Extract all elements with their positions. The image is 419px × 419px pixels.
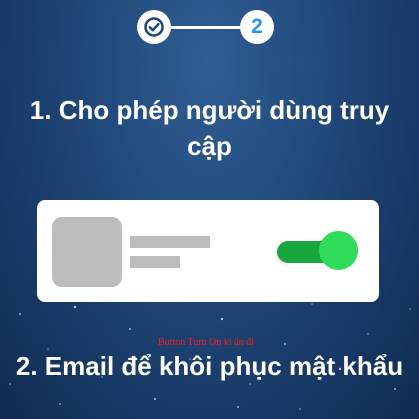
permission-card-illustration — [37, 200, 379, 302]
check-icon — [144, 17, 164, 37]
app-name-placeholder — [130, 236, 210, 248]
step-1-completed — [137, 10, 171, 44]
app-desc-placeholder — [130, 256, 180, 268]
step-connector — [171, 26, 240, 29]
progress-stepper: 2 — [0, 10, 419, 46]
app-icon-placeholder — [52, 217, 122, 287]
toggle-knob — [319, 231, 358, 270]
hint-text: Button Turn On ki ấn đi — [158, 337, 254, 348]
step-2-active: 2 — [240, 10, 274, 44]
step-1-title: 1. Cho phép người dùng truy cập — [29, 95, 390, 161]
access-toggle[interactable] — [277, 230, 358, 272]
step-2-title: 2. Email để khôi phục mật khẩu — [15, 351, 404, 381]
